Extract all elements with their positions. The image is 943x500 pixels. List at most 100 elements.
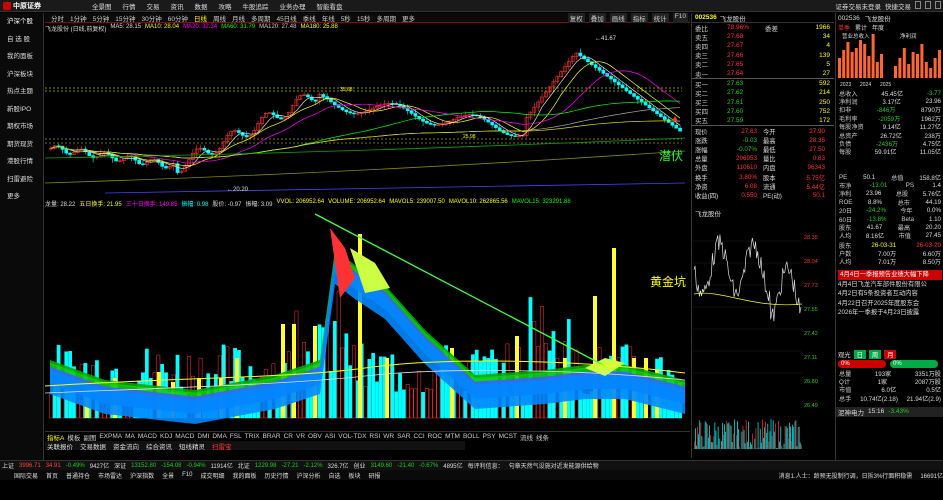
indicator-tab[interactable]: VR bbox=[296, 433, 305, 440]
candlestick-chart[interactable]: ←41.67 ←20.20 35.68 25.98 潜伏 bbox=[45, 33, 690, 198]
bottom-nav-item[interactable]: F10 bbox=[182, 472, 192, 478]
bottom-nav-item[interactable]: 自选 bbox=[329, 471, 341, 480]
indicator-tab[interactable]: DMI bbox=[197, 433, 209, 440]
finance-tab[interactable]: 单季 bbox=[838, 23, 850, 32]
period-tab[interactable]: 月线 bbox=[232, 13, 245, 23]
sidebar-item[interactable]: 扫雷避险 bbox=[0, 171, 43, 189]
bottom-nav-item[interactable]: 国际交易 bbox=[14, 471, 38, 480]
period-tab[interactable]: 多周期 bbox=[251, 13, 271, 23]
period-tab[interactable]: 季线 bbox=[303, 13, 316, 23]
top-menu-item[interactable]: 智能看盘 bbox=[317, 1, 343, 11]
period-tab[interactable]: 年线 bbox=[322, 13, 335, 23]
sidebar-item[interactable]: 港股行情 bbox=[0, 153, 43, 171]
top-menu-item[interactable]: 业务办理 bbox=[280, 1, 306, 11]
top-menu-item[interactable]: 攻略 bbox=[219, 1, 232, 11]
period-tab[interactable]: 分时 bbox=[51, 13, 64, 23]
indicator-chart[interactable]: 黄金坑 bbox=[45, 208, 690, 430]
news-item[interactable]: 4月22日召开2025年度股东会 bbox=[838, 299, 942, 309]
bottom-nav-item[interactable]: 历史行情 bbox=[264, 471, 288, 480]
news-item[interactable]: 4月4日飞龙汽车部件股份有限公 bbox=[838, 280, 942, 290]
intraday-chart[interactable]: 28.35 28.04 27.73 27.55 27.42 27.11 26.80 26.49 bbox=[692, 219, 835, 458]
sidebar-item[interactable]: 期权市场 bbox=[0, 118, 43, 136]
period-tab[interactable]: 日线 bbox=[194, 13, 207, 23]
period-tab[interactable]: 15秒 bbox=[357, 13, 371, 23]
indicator-tab[interactable]: EXPMA bbox=[99, 433, 122, 440]
toolbar-button[interactable]: 叠加 bbox=[588, 12, 606, 23]
minimize-icon[interactable] bbox=[915, 1, 921, 9]
maximize-icon[interactable] bbox=[925, 1, 931, 9]
indicator-tab[interactable]: RSI bbox=[369, 433, 380, 440]
top-menu-item[interactable]: 行情 bbox=[123, 1, 136, 11]
finance-tab[interactable]: 年度 bbox=[872, 23, 884, 32]
indicator-tab[interactable]: MA bbox=[125, 433, 135, 440]
period-tab[interactable]: 15分钟 bbox=[115, 13, 135, 23]
indicator-tab[interactable]: ASI bbox=[325, 433, 335, 440]
period-tab[interactable]: 45日线 bbox=[276, 13, 296, 23]
period-tab[interactable]: 更多 bbox=[402, 13, 415, 23]
trade-login-link[interactable]: 证券交易未登录 bbox=[836, 1, 882, 11]
news-headline[interactable]: 4月4日一季报预告业绩大幅下降 bbox=[838, 270, 942, 280]
quick-trade-link[interactable]: 快捷交易 bbox=[885, 1, 911, 11]
sidebar-item[interactable]: 自 选 股 bbox=[0, 31, 43, 49]
indicator-tab[interactable]: SAR bbox=[397, 433, 410, 440]
sector-row[interactable]: 泥神电力 15:16 -3.43% bbox=[836, 406, 943, 417]
sidebar-item[interactable]: 热点主题 bbox=[0, 83, 43, 101]
order-row[interactable]: 买五 27.59 172 bbox=[692, 116, 834, 126]
indicator-tab[interactable]: 流线 bbox=[520, 432, 533, 442]
trade-tab-week[interactable]: 周 bbox=[868, 349, 882, 359]
bottom-nav-item[interactable]: 首页 bbox=[46, 471, 58, 480]
bottom-tab[interactable]: 资金流向 bbox=[113, 441, 139, 451]
top-menu-item[interactable]: 数据 bbox=[195, 1, 208, 11]
indicator-tab[interactable]: CR bbox=[284, 433, 293, 440]
toolbar-button[interactable]: 复权 bbox=[567, 12, 585, 23]
news-item[interactable]: 4月2日有5条投资者互动内容 bbox=[838, 289, 942, 299]
top-menu-item[interactable]: 牛股追踪 bbox=[243, 1, 269, 11]
sidebar-item[interactable]: 我的面板 bbox=[0, 48, 43, 66]
sidebar-item[interactable]: 更多 bbox=[0, 188, 43, 206]
indicator-tab[interactable]: CCI bbox=[413, 433, 424, 440]
top-menu-item[interactable]: 全景图 bbox=[92, 1, 112, 11]
indicator-tab[interactable]: 线条 bbox=[536, 432, 549, 442]
bottom-nav-item[interactable]: 普通持仓 bbox=[66, 471, 90, 480]
toolbar-button[interactable]: 统计 bbox=[651, 12, 669, 23]
trade-tab-month[interactable]: 月 bbox=[884, 349, 897, 359]
indicator-tab[interactable]: FSL bbox=[230, 433, 242, 440]
indicator-tab[interactable]: OBV bbox=[308, 433, 322, 440]
period-tab[interactable]: 多周期 bbox=[377, 13, 397, 23]
bottom-nav-item[interactable]: 板块 bbox=[349, 471, 361, 480]
bottom-tab[interactable]: 扫雷宝 bbox=[212, 441, 232, 451]
period-tab[interactable]: 5分钟 bbox=[93, 13, 110, 23]
indicator-tab[interactable]: MTM bbox=[445, 433, 460, 440]
bottom-nav-item[interactable]: 我的面板 bbox=[232, 471, 256, 480]
toolbar-button[interactable]: 指标 bbox=[630, 12, 648, 23]
indicator-tab[interactable]: VOL-TDX bbox=[338, 433, 366, 440]
top-menu-item[interactable]: 交易 bbox=[147, 1, 160, 11]
bottom-tab[interactable]: 综合资讯 bbox=[146, 441, 172, 451]
sidebar-item[interactable]: 沪深板块 bbox=[0, 66, 43, 84]
bottom-tab[interactable]: 关联报价 bbox=[47, 441, 73, 451]
period-tab[interactable]: 1分钟 bbox=[70, 13, 87, 23]
bottom-nav-item[interactable]: 市场雷达 bbox=[98, 471, 122, 480]
indicator-tab[interactable]: KDJ bbox=[160, 433, 172, 440]
sidebar-item[interactable]: 新股IPO bbox=[0, 101, 43, 119]
bottom-nav-item[interactable]: 成交明细 bbox=[200, 471, 224, 480]
indicator-tab[interactable]: BRAR bbox=[263, 433, 281, 440]
finance-tab[interactable]: 累计 bbox=[855, 23, 867, 32]
bottom-nav-item[interactable]: 沪深分析 bbox=[296, 471, 320, 480]
indicator-tab[interactable]: MACD bbox=[138, 433, 157, 440]
toolbar-button[interactable]: 画线 bbox=[609, 12, 627, 23]
indicator-tab[interactable]: BOLL bbox=[463, 433, 480, 440]
period-tab[interactable]: 周线 bbox=[213, 13, 226, 23]
indicator-tab[interactable]: MACD bbox=[175, 433, 194, 440]
indicator-tab[interactable]: PSY bbox=[483, 433, 496, 440]
sidebar-item[interactable]: 期货现货 bbox=[0, 136, 43, 154]
indicator-tab[interactable]: ROC bbox=[428, 433, 442, 440]
indicator-tab[interactable]: DMA bbox=[212, 433, 226, 440]
bottom-tab[interactable]: 短线精灵 bbox=[179, 441, 205, 451]
period-tab[interactable]: 5秒 bbox=[341, 13, 351, 23]
bottom-nav-item[interactable]: 全景 bbox=[162, 471, 174, 480]
news-item[interactable]: 2026年一季报于4月23日披露 bbox=[838, 308, 942, 318]
toolbar-button[interactable]: F10 bbox=[672, 12, 688, 23]
period-tab[interactable]: 60分钟 bbox=[168, 13, 188, 23]
bottom-tab[interactable]: 交易数据 bbox=[80, 441, 106, 451]
